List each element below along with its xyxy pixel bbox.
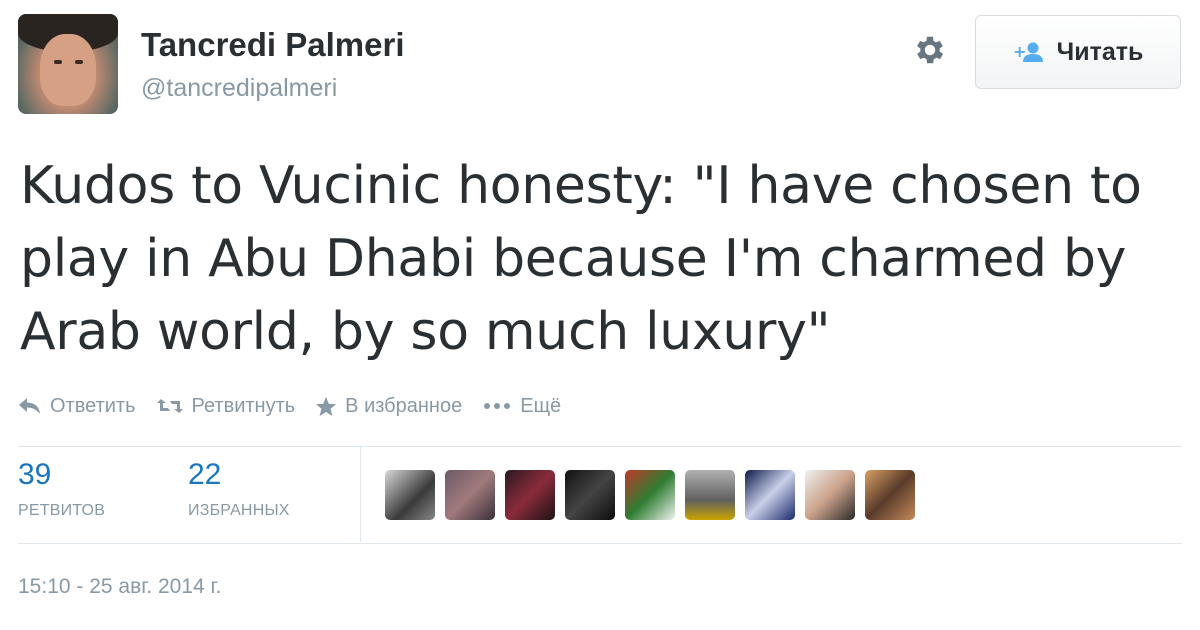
avatar-eye: [54, 60, 62, 64]
retweet-icon: [156, 399, 183, 413]
retweets-count: 39: [18, 458, 52, 491]
stats-separator: [360, 447, 361, 542]
author-avatar[interactable]: [18, 14, 118, 114]
user-avatar[interactable]: [625, 470, 675, 520]
favorites-count: 22: [188, 458, 222, 491]
user-avatar[interactable]: [505, 470, 555, 520]
reply-icon: [19, 398, 40, 414]
tweet-text: Kudos to Vucinic honesty: "I have chosen…: [20, 156, 1142, 362]
avatar-face: [40, 34, 96, 106]
favorite-label: В избранное: [345, 394, 463, 417]
tweet-timestamp[interactable]: 15:10 - 25 авг. 2014 г.: [18, 575, 222, 599]
user-avatars-row: [385, 470, 915, 520]
user-avatar[interactable]: [685, 470, 735, 520]
user-avatar[interactable]: [745, 470, 795, 520]
gear-icon[interactable]: [912, 32, 948, 68]
user-avatar[interactable]: [385, 470, 435, 520]
retweet-label: Ретвитнуть: [191, 394, 296, 417]
avatar-eye: [75, 60, 83, 64]
retweets-stat[interactable]: 39 РЕТВИТОВ: [18, 458, 105, 520]
user-avatar[interactable]: [445, 470, 495, 520]
more-label: Ещё: [520, 394, 562, 417]
follow-button-label: Читать: [1056, 37, 1144, 66]
divider-bottom: [18, 543, 1182, 544]
follow-button[interactable]: + Читать: [975, 15, 1181, 89]
add-user-icon: +: [1013, 42, 1043, 62]
divider-top: [18, 446, 1182, 447]
user-avatar[interactable]: [865, 470, 915, 520]
more-icon: [484, 403, 511, 409]
user-avatar[interactable]: [565, 470, 615, 520]
retweets-label: РЕТВИТОВ: [18, 502, 106, 519]
more-action[interactable]: Ещё: [482, 395, 561, 418]
reply-action[interactable]: Ответить: [18, 395, 136, 418]
retweet-action[interactable]: Ретвитнуть: [156, 394, 296, 418]
tweet-actions: Ответить Ретвитнуть В избранное Ещё: [18, 391, 581, 421]
favorites-label: ИЗБРАННЫХ: [188, 502, 290, 519]
user-avatar[interactable]: [805, 470, 855, 520]
star-icon: [316, 396, 337, 416]
author-handle[interactable]: @tancredipalmeri: [141, 74, 337, 103]
author-name[interactable]: Tancredi Palmeri: [141, 26, 405, 64]
favorite-action[interactable]: В избранное: [315, 395, 462, 418]
favorites-stat[interactable]: 22 ИЗБРАННЫХ: [188, 458, 290, 520]
reply-label: Ответить: [50, 394, 136, 417]
